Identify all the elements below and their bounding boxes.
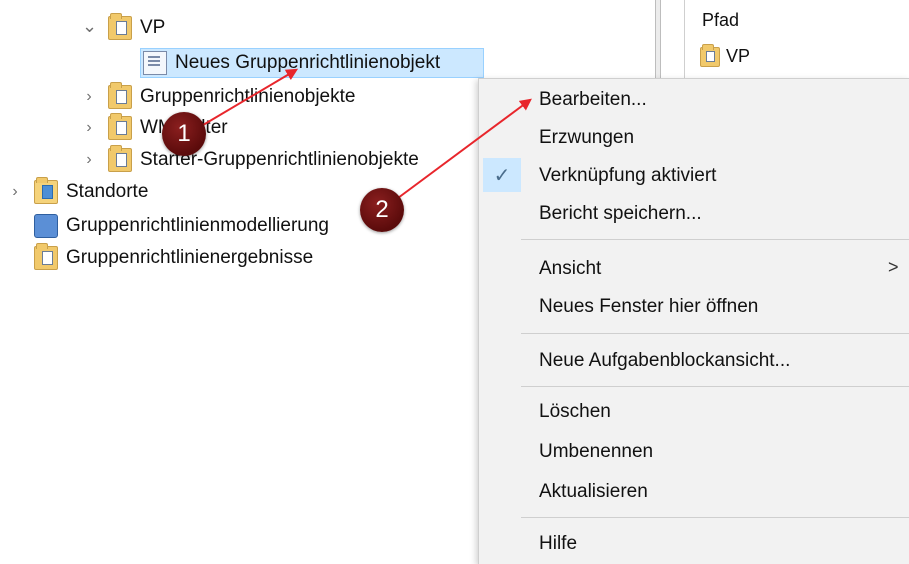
- menu-item-label: Neues Fenster hier öffnen: [539, 296, 759, 317]
- menu-item-label: Bericht speichern...: [539, 203, 702, 224]
- ou-folder-icon: [108, 13, 132, 40]
- menu-item-label: Umbenennen: [539, 441, 654, 462]
- tree-item-new-gpo[interactable]: Neues Gruppenrichtlinienobjekt: [140, 48, 484, 78]
- wmi-filter-folder-icon: [108, 113, 132, 140]
- menu-item-umbenennen[interactable]: Umbenennen: [539, 437, 653, 467]
- chevron-right-icon[interactable]: ›: [82, 120, 96, 136]
- menu-item-erzwungen[interactable]: Erzwungen: [539, 123, 634, 153]
- menu-item-label: Bearbeiten...: [539, 89, 647, 110]
- menu-item-loeschen[interactable]: Löschen: [539, 397, 611, 427]
- chevron-down-icon[interactable]: ⌄: [82, 17, 97, 35]
- menu-item-ansicht[interactable]: Ansicht: [539, 254, 601, 284]
- context-menu: Bearbeiten... Erzwungen ✓ Verknüpfung ak…: [478, 78, 909, 564]
- column-header-pfad: Pfad: [702, 10, 740, 30]
- menu-item-bericht-speichern[interactable]: Bericht speichern...: [539, 199, 702, 229]
- ou-folder-icon: [700, 43, 720, 67]
- menu-item-hilfe[interactable]: Hilfe: [539, 529, 577, 559]
- sites-icon: [34, 177, 58, 204]
- menu-separator: [521, 386, 909, 387]
- results-icon: [34, 243, 58, 270]
- menu-item-neues-fenster[interactable]: Neues Fenster hier öffnen: [539, 292, 758, 322]
- tree-item-vp[interactable]: ⌄ VP: [82, 13, 166, 42]
- menu-separator: [521, 517, 909, 518]
- tree-item-label: Gruppenrichtlinienobjekte: [140, 86, 356, 107]
- menu-item-label: Verknüpfung aktiviert: [539, 165, 717, 186]
- tree-item-standorte[interactable]: › Standorte: [8, 177, 149, 206]
- chevron-right-icon[interactable]: ›: [82, 152, 96, 168]
- tree-item-modellierung[interactable]: Gruppenrichtlinienmodellierung: [34, 212, 329, 240]
- tree-item-gpos[interactable]: › Gruppenrichtlinienobjekte: [82, 82, 356, 111]
- gpo-folder-icon: [108, 82, 132, 109]
- tree-item-label: Standorte: [66, 181, 149, 202]
- right-pane-header[interactable]: Pfad: [702, 10, 739, 31]
- chevron-right-icon[interactable]: ›: [82, 89, 96, 105]
- menu-item-bearbeiten[interactable]: Bearbeiten...: [539, 85, 647, 115]
- tree-item-label: VP: [140, 17, 166, 38]
- chevron-right-icon[interactable]: ›: [8, 184, 22, 200]
- menu-separator: [521, 333, 909, 334]
- tree-item-wmi-filter[interactable]: › WMI-Filter: [82, 113, 228, 142]
- modeling-icon: [34, 214, 58, 238]
- menu-item-neue-aufgabenblockansicht[interactable]: Neue Aufgabenblockansicht...: [539, 346, 790, 376]
- badge-number: 2: [375, 196, 389, 223]
- menu-item-aktualisieren[interactable]: Aktualisieren: [539, 477, 648, 507]
- menu-item-verknuepfung-aktiviert[interactable]: Verknüpfung aktiviert: [539, 161, 716, 191]
- gpo-link-icon: [143, 51, 167, 75]
- submenu-arrow-icon: >: [888, 257, 899, 277]
- annotation-badge-1: 1: [162, 112, 206, 156]
- tree-item-starter-gpos[interactable]: › Starter-Gruppenrichtlinienobjekte: [82, 145, 419, 174]
- menu-item-label: Neue Aufgabenblockansicht...: [539, 350, 791, 371]
- checkmark-icon: ✓: [493, 164, 511, 187]
- starter-gpo-folder-icon: [108, 145, 132, 172]
- menu-separator: [521, 239, 909, 240]
- column-divider: [684, 0, 685, 78]
- tree-item-label: Gruppenrichtlinienergebnisse: [66, 247, 314, 268]
- pane-splitter[interactable]: [655, 0, 661, 78]
- tree-pane: ⌄ VP Neues Gruppenrichtlinienobjekt › Gr…: [0, 0, 484, 563]
- row-label: VP: [726, 46, 751, 66]
- right-pane-row[interactable]: VP: [700, 43, 751, 67]
- menu-item-label: Löschen: [539, 401, 611, 422]
- menu-item-label: Hilfe: [539, 533, 578, 554]
- menu-check-highlight: ✓: [483, 158, 521, 192]
- menu-item-label: Ansicht: [539, 258, 602, 279]
- badge-number: 1: [177, 120, 191, 147]
- tree-item-label: Gruppenrichtlinienmodellierung: [66, 215, 329, 236]
- menu-item-label: Aktualisieren: [539, 481, 648, 502]
- tree-item-label: Neues Gruppenrichtlinienobjekt: [175, 52, 441, 73]
- menu-item-label: Erzwungen: [539, 127, 635, 148]
- tree-item-ergebnisse[interactable]: Gruppenrichtlinienergebnisse: [34, 243, 314, 272]
- annotation-badge-2: 2: [360, 188, 404, 232]
